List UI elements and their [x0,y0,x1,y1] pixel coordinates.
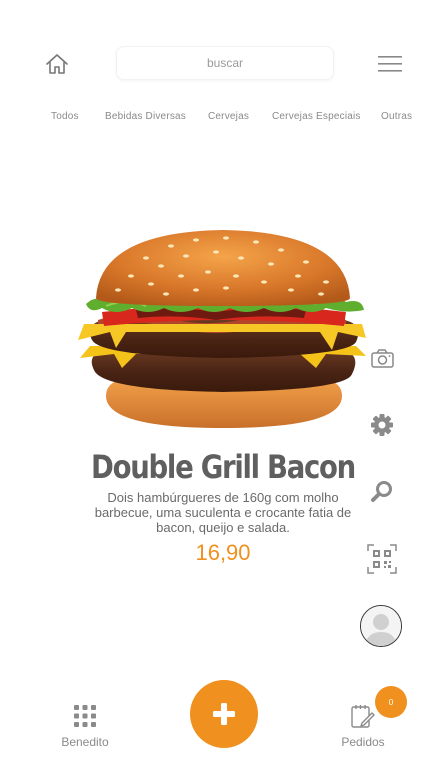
category-todos[interactable]: Todos [51,111,79,122]
qr-code-icon [367,544,397,574]
camera-icon [371,349,394,368]
user-avatar-button[interactable] [360,605,402,647]
settings-button[interactable] [366,409,398,441]
orders-count-badge: 0 [375,686,407,718]
plus-icon [213,703,235,725]
product-image [76,228,370,433]
double-burger-image [78,230,366,428]
gear-icon [371,414,393,436]
hamburger-menu-icon [378,56,402,72]
home-icon [46,54,68,74]
search-button[interactable] [366,476,398,508]
search-box [116,46,334,80]
category-bar: Todos Bebidas Diversas Cervejas Cervejas… [0,111,446,127]
nav-benedito[interactable]: Benedito [50,702,120,752]
product-description: Dois hambúrgueres de 160g com molho barb… [94,490,352,535]
qr-code-button[interactable] [366,543,398,575]
home-button[interactable] [44,52,70,76]
menu-button[interactable] [378,55,402,73]
orders-icon [351,705,375,728]
category-cervejas-especiais[interactable]: Cervejas Especiais [272,111,361,122]
nav-benedito-label: Benedito [61,735,109,749]
add-button[interactable] [190,680,258,748]
category-cervejas[interactable]: Cervejas [208,111,249,122]
camera-button[interactable] [366,342,398,374]
product-name: Double Grill Bacon [91,448,356,486]
category-bebidas-diversas[interactable]: Bebidas Diversas [105,111,186,122]
search-icon [371,481,392,502]
nav-pedidos-label: Pedidos [341,735,385,749]
search-input[interactable] [117,46,333,80]
category-outras[interactable]: Outras [381,111,412,122]
grid-icon [74,705,96,727]
avatar-icon [361,606,401,646]
